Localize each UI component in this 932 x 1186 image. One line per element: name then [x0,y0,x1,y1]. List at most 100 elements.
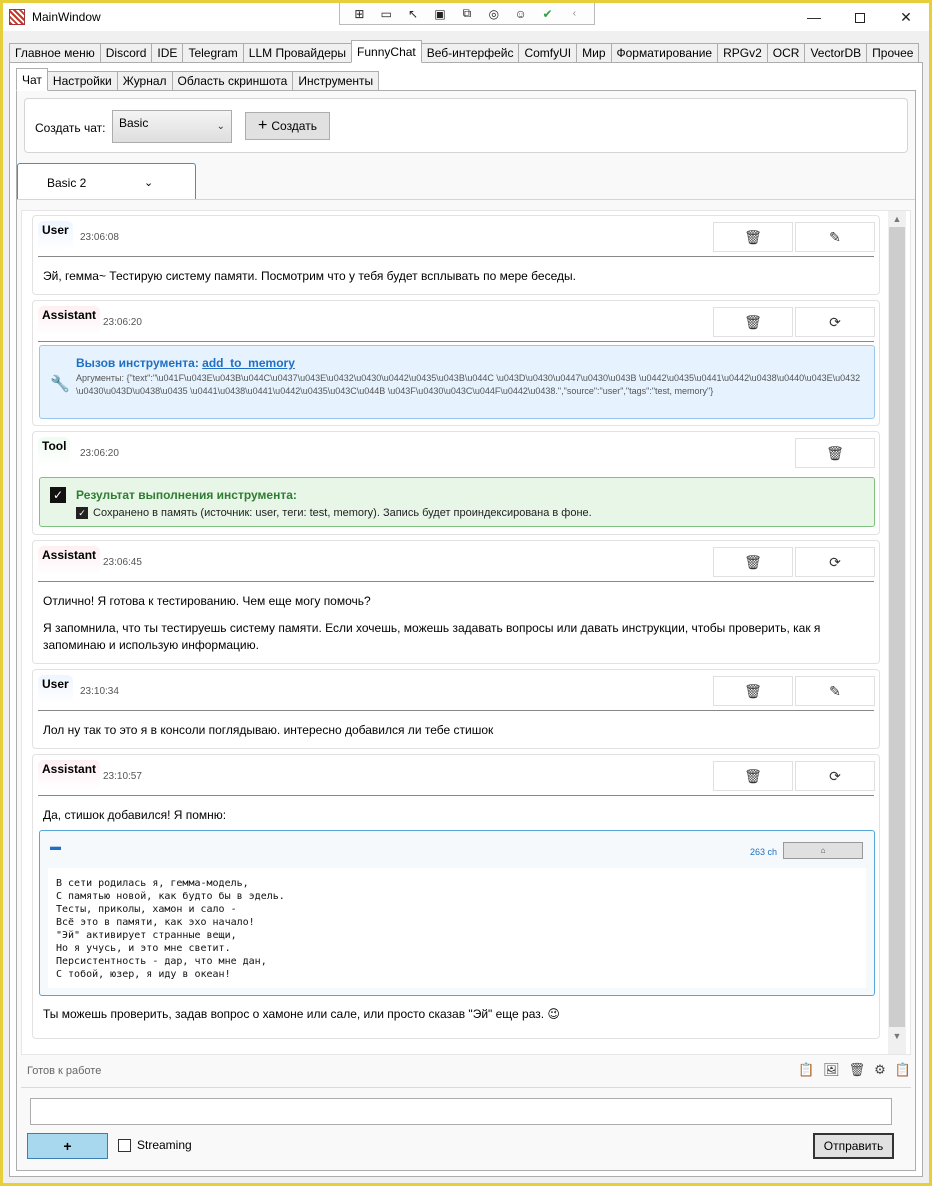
message-tool: Tool 23:06:20 🗑 ✓ Результат выполнения и… [32,431,880,535]
role-label: Assistant [38,546,101,576]
message-paragraph: запоминаю и использую информацию. [43,638,259,652]
debug-toolbar: ⊞ ▭ ↖ ▣ ⧉ ◎ ☺ ✔ ‹ [339,3,595,25]
clipboard-icon[interactable]: 📋 [798,1062,814,1078]
pencil-icon: ✎ [829,682,841,699]
chat-selector[interactable]: Basic 2 ⌄ [17,163,196,199]
main-window: MainWindow ⊞ ▭ ↖ ▣ ⧉ ◎ ☺ ✔ ‹ — ✕ Главное… [0,0,932,1186]
gear-icon[interactable]: ⚙ [874,1062,886,1078]
chevron-down-icon: ⌄ [144,177,154,189]
chat-history[interactable]: User 23:06:08 🗑 ✎ Эй, гемма~ Тестирую си… [21,210,911,1055]
trash-icon: 🗑 [826,444,844,461]
select-element-icon[interactable]: ⊞ [351,7,367,21]
sub-tab-strip: Чат Настройки Журнал Область скриншота И… [16,68,380,91]
close-button[interactable]: ✕ [883,3,929,31]
tool-call-box: 🔧 Вызов инструмента: add_to_memory Аргум… [39,345,875,419]
tab-formatting[interactable]: Форматирование [610,43,719,63]
tab-other[interactable]: Прочее [866,43,920,63]
regenerate-button[interactable]: ⟳ [795,307,875,337]
delete-button[interactable]: 🗑 [795,438,875,468]
scroll-thumb[interactable] [889,227,905,1027]
scroll-up-icon[interactable]: ▲ [888,211,906,227]
copy-button[interactable]: ⌂ [783,842,863,859]
tab-screenshot-area[interactable]: Область скриншота [171,71,294,91]
regenerate-button[interactable]: ⟳ [795,761,875,791]
tool-result-line: ✓ Сохранено в память (источник: user, те… [76,507,592,519]
tab-llm-providers[interactable]: LLM Провайдеры [242,43,353,63]
tab-chat[interactable]: Чат [16,68,48,91]
template-select[interactable]: Basic ⌄ [112,110,232,143]
delete-button[interactable]: 🗑 [713,761,793,791]
scroll-down-icon[interactable]: ▼ [888,1028,906,1044]
delete-button[interactable]: 🗑 [713,222,793,252]
video-icon[interactable]: ▭ [378,7,394,21]
funnychat-panel: Чат Настройки Журнал Область скриншота И… [9,62,923,1177]
message-text: Ты можешь проверить, задав вопрос о хамо… [43,1007,560,1021]
check-icon: ✓ [76,507,88,519]
create-chat-button[interactable]: + Создать [245,112,330,140]
message-paragraph: Я запомнила, что ты тестируешь систему п… [43,621,821,635]
create-chat-button-label: Создать [271,119,317,133]
pencil-icon: ✎ [829,228,841,245]
template-select-value: Basic [119,116,149,130]
title-bar[interactable]: MainWindow ⊞ ▭ ↖ ▣ ⧉ ◎ ☺ ✔ ‹ — ✕ [3,3,929,31]
divider [21,1087,911,1088]
copy-icon: ⌂ [820,846,826,855]
divider [17,199,915,200]
frame-icon[interactable]: ▣ [432,7,448,21]
tab-funnychat[interactable]: FunnyChat [351,40,422,63]
tab-comfyui[interactable]: ComfyUI [518,43,578,63]
delete-button[interactable]: 🗑 [713,307,793,337]
accessibility-icon[interactable]: ☺ [513,7,529,21]
code-content[interactable]: В сети родилась я, гемма-модель, С памят… [48,868,866,988]
chat-panel: Создать чат: Basic ⌄ + Создать Basic 2 ⌄… [16,90,916,1171]
tab-rpgv2[interactable]: RPGv2 [717,43,768,63]
tab-ide[interactable]: IDE [151,43,184,63]
hot-reload-icon[interactable]: ◎ [486,7,502,21]
delete-button[interactable]: 🗑 [713,676,793,706]
streaming-checkbox[interactable] [118,1139,131,1152]
tab-web-interface[interactable]: Веб-интерфейс [420,43,520,63]
refresh-icon: ⟳ [829,767,841,784]
tab-tools[interactable]: Инструменты [292,71,380,91]
pointer-icon[interactable]: ↖ [405,7,421,21]
message-text: Лол ну так то это я в консоли поглядываю… [43,723,494,737]
regenerate-button[interactable]: ⟳ [795,547,875,577]
checkbox-icon: ✓ [50,487,66,503]
message-input[interactable] [30,1098,892,1125]
tool-result-box: ✓ Результат выполнения инструмента: ✓ Со… [39,477,875,527]
message-text: Да, стишок добавился! Я помню: [43,808,227,822]
image-icon[interactable]: 🖼 [823,1062,840,1078]
edit-button[interactable]: ✎ [795,676,875,706]
minimize-button[interactable]: — [791,3,837,31]
message-time: 23:06:20 [80,448,119,459]
message-text: Эй, гемма~ Тестирую систему памяти. Посм… [43,269,576,283]
collapse-icon[interactable]: ‹ [566,8,582,19]
send-button[interactable]: Отправить [813,1133,894,1159]
tool-call-function[interactable]: add_to_memory [202,356,295,370]
tab-telegram[interactable]: Telegram [182,43,244,63]
tab-world[interactable]: Мир [576,43,612,63]
wrench-icon: 🔧 [50,376,70,393]
main-tab-strip: Главное меню Discord IDE Telegram LLM Пр… [9,40,920,63]
add-button[interactable]: + [27,1133,108,1159]
chat-scrollbar[interactable]: ▲ ▼ [888,211,906,1054]
tab-ocr[interactable]: OCR [766,43,806,63]
tab-settings[interactable]: Настройки [46,71,118,91]
trash-icon[interactable]: 🗑 [849,1062,866,1078]
tool-call-args: Аргументы: {"text":"\u041F\u043E\u043B\u… [76,373,861,396]
tab-discord[interactable]: Discord [99,43,153,63]
delete-button[interactable]: 🗑 [713,547,793,577]
message-user: User 23:06:08 🗑 ✎ Эй, гемма~ Тестирую си… [32,215,880,295]
tab-log[interactable]: Журнал [116,71,173,91]
tab-main-menu[interactable]: Главное меню [9,43,101,63]
check-icon[interactable]: ✔ [540,7,556,21]
layout-icon[interactable]: ⧉ [459,6,475,21]
refresh-icon: ⟳ [829,553,841,570]
paste-icon[interactable]: 📋 [895,1062,911,1078]
chat-selector-value: Basic 2 [47,176,87,190]
streaming-label[interactable]: Streaming [137,1138,192,1152]
maximize-button[interactable] [837,3,883,31]
message-assistant: Assistant 23:10:57 🗑 ⟳ Да, стишок добави… [32,754,880,1039]
edit-button[interactable]: ✎ [795,222,875,252]
tab-vectordb[interactable]: VectorDB [804,43,868,63]
